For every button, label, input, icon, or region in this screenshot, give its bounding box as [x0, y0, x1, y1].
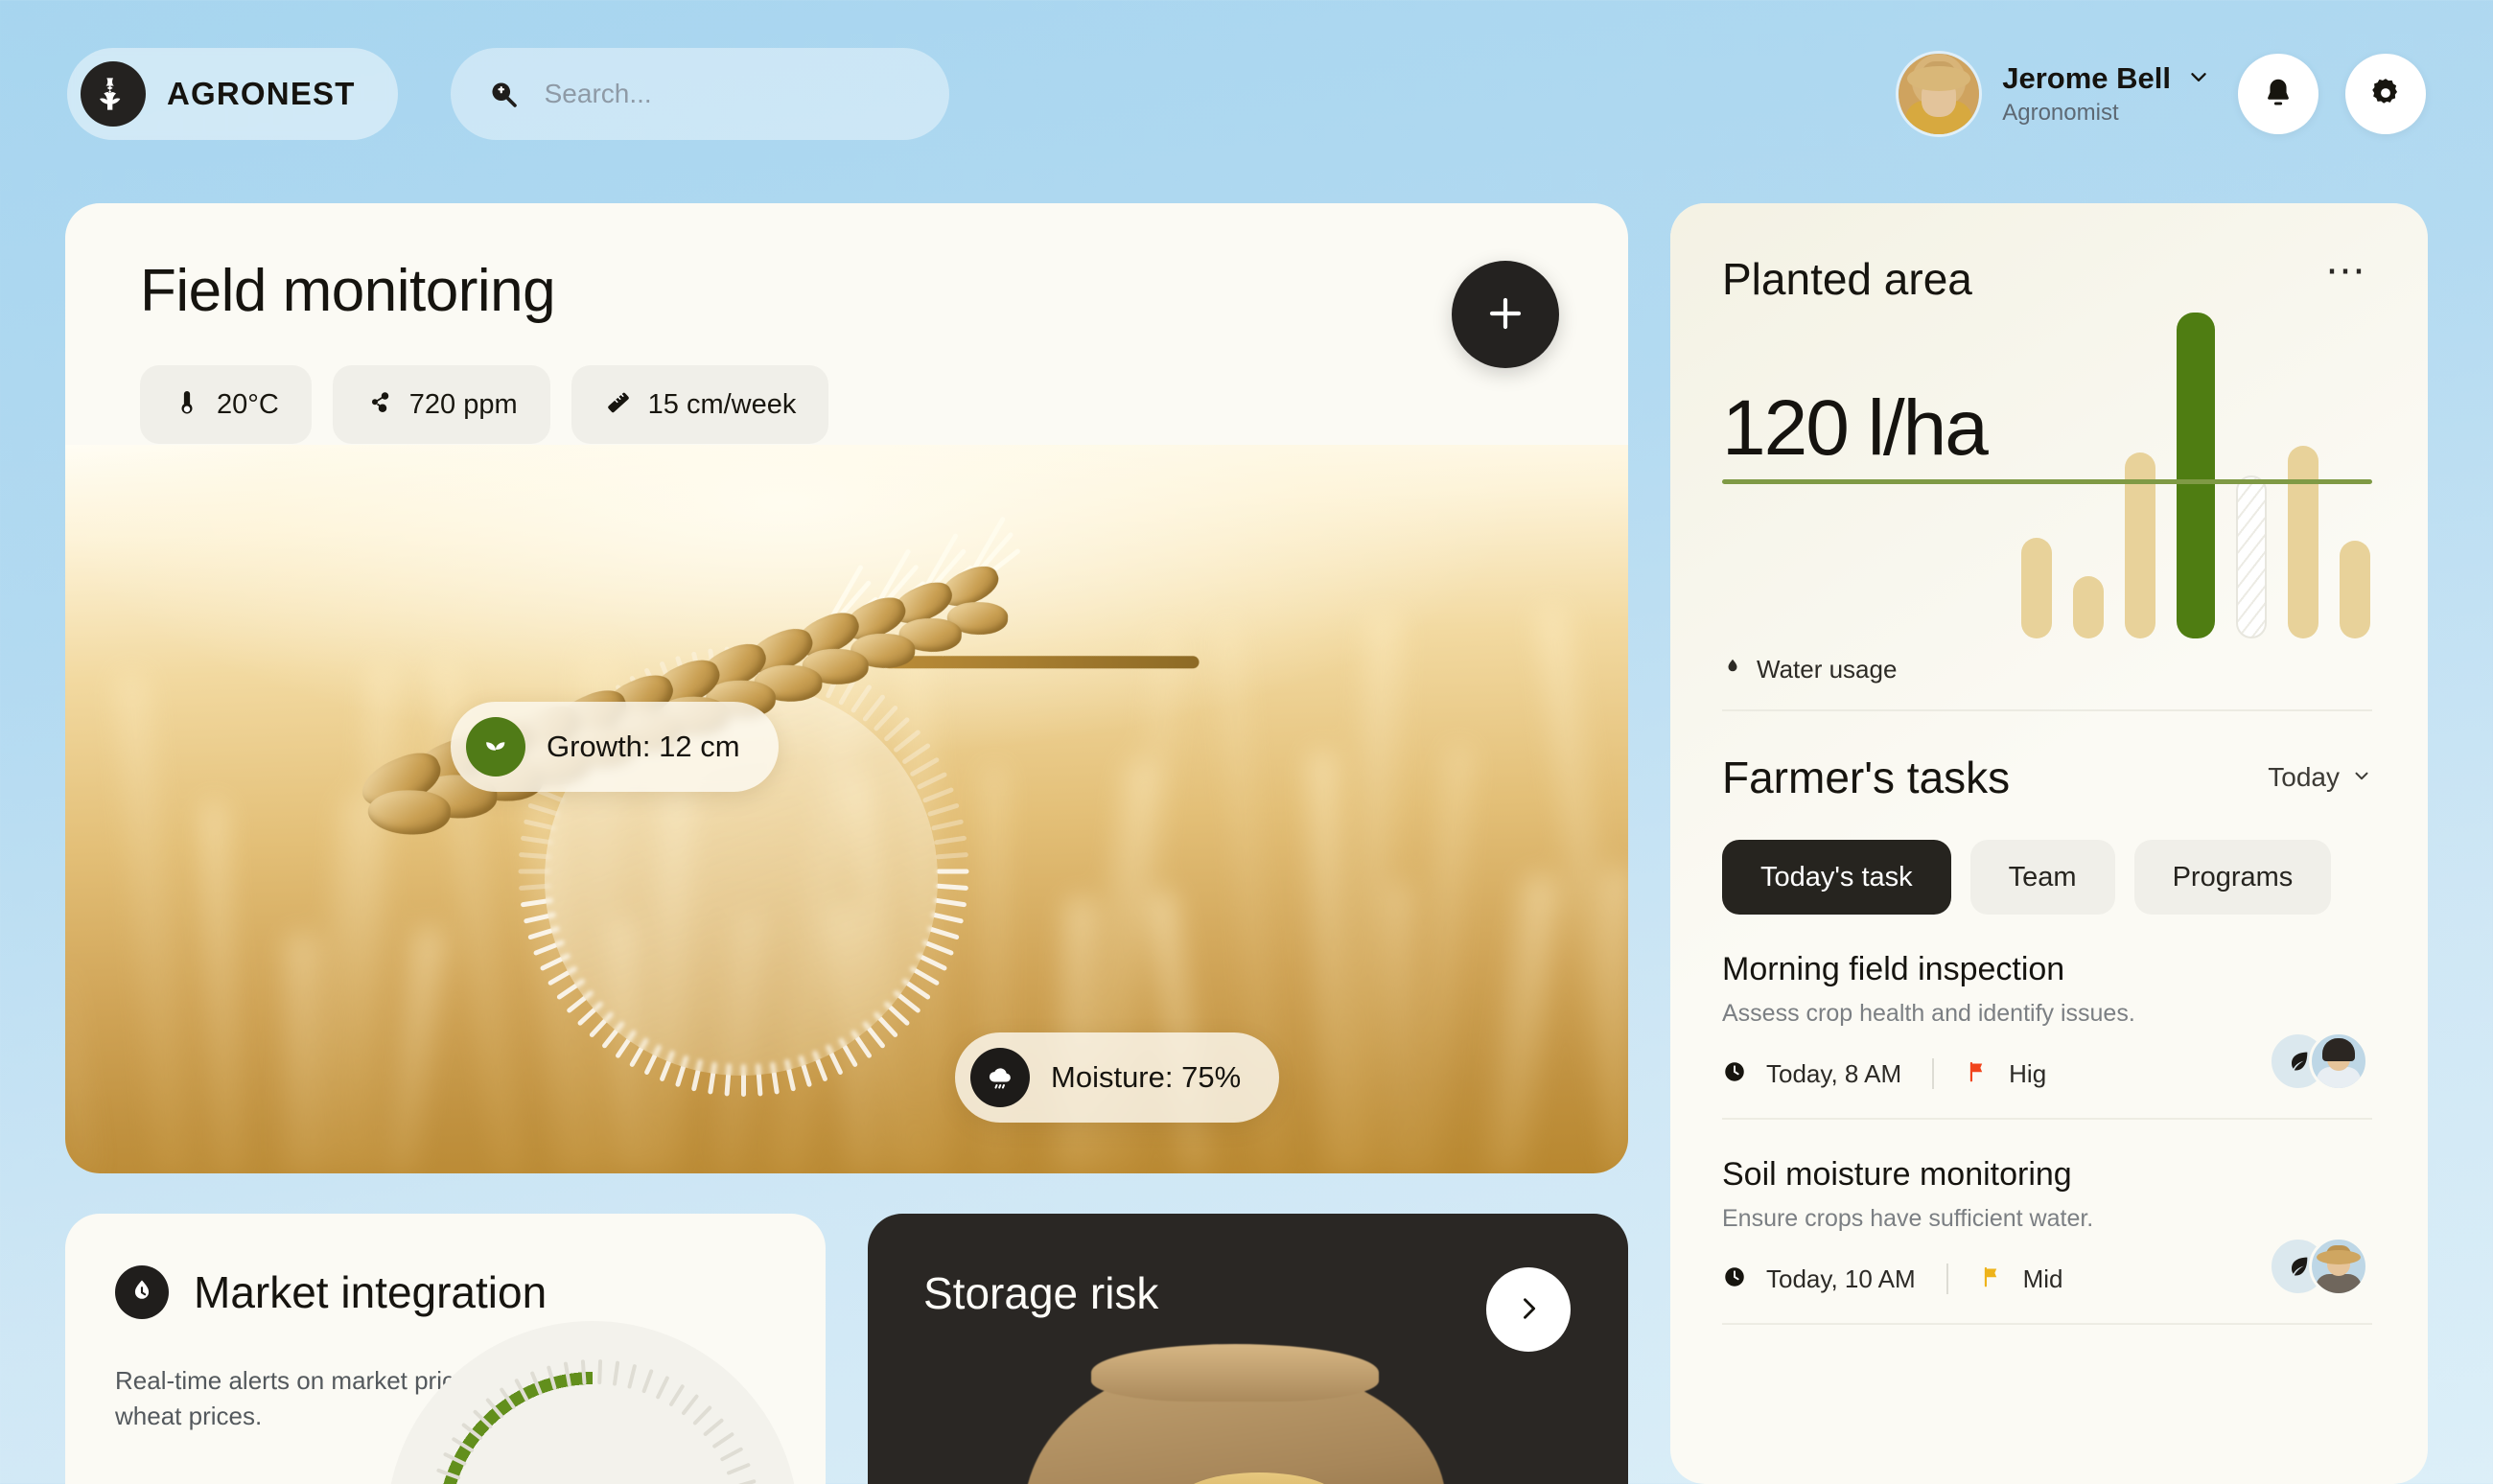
ruler-icon	[604, 388, 633, 422]
planted-area-body: 120 l/ha Water usage	[1722, 311, 2372, 684]
planted-area-value: 120 l/ha	[1722, 384, 1989, 472]
field-monitoring-card: Field monitoring 20°C 720 ppm 15 cm/week…	[65, 203, 1628, 1173]
tab-team[interactable]: Team	[1969, 840, 2115, 915]
search-box[interactable]	[450, 48, 949, 140]
rain-cloud-icon	[970, 1048, 1030, 1107]
task-item[interactable]: Soil moisture monitoring Ensure crops ha…	[1722, 1120, 2372, 1325]
task-time: Today, 8 AM	[1766, 1058, 1902, 1088]
user-name: Jerome Bell	[2002, 61, 2171, 95]
metric-chip-label: 20°C	[217, 388, 279, 420]
market-integration-card[interactable]: Market integration Real-time alerts on m…	[65, 1214, 826, 1484]
field-photo	[65, 445, 1628, 1173]
more-horizontal-icon[interactable]: ⋯	[2321, 250, 2372, 300]
task-range-selector[interactable]: Today	[2268, 762, 2372, 793]
task-title: Soil moisture monitoring	[1722, 1156, 2072, 1193]
task-priority: Hig	[2009, 1058, 2047, 1088]
task-priority: Mid	[2022, 1264, 2063, 1293]
top-bar-actions: Jerome Bell Agronomist	[1899, 54, 2426, 134]
metric-chip-growth-rate[interactable]: 15 cm/week	[571, 365, 829, 444]
chart-baseline	[1722, 479, 2372, 484]
chevron-down-icon	[2186, 64, 2211, 94]
tab-programs[interactable]: Programs	[2133, 840, 2332, 915]
droplet-gauge-icon	[115, 1265, 169, 1319]
chart-bar	[2288, 446, 2318, 638]
water-drop-icon	[1722, 656, 1743, 684]
clock-icon	[1722, 1059, 1747, 1089]
chart-bars	[2021, 313, 2370, 638]
farmer-tasks-header: Farmer's tasks Today	[1722, 752, 2372, 803]
moisture-tooltip-label: Moisture: 75%	[1051, 1060, 1242, 1094]
task-assignees	[2269, 1032, 2368, 1091]
tab-todays-task[interactable]: Today's task	[1722, 840, 1951, 915]
clock-icon	[1722, 1264, 1747, 1294]
leaf-logo-icon	[81, 61, 146, 127]
brand-pill[interactable]: AGRONEST	[67, 48, 398, 140]
task-range-label: Today	[2268, 762, 2340, 792]
sprout-icon	[466, 717, 525, 777]
chevron-down-icon	[2351, 762, 2372, 793]
avatar	[2309, 1237, 2368, 1296]
task-list: Morning field inspection Assess crop hea…	[1722, 915, 2372, 1325]
field-monitoring-header: Field monitoring 20°C 720 ppm 15 cm/week	[65, 203, 1628, 444]
co2-molecule-icon	[365, 388, 394, 422]
brand-name: AGRONEST	[167, 76, 356, 111]
search-icon	[485, 76, 522, 112]
growth-tooltip-label: Growth: 12 cm	[547, 730, 740, 763]
market-integration-title: Market integration	[194, 1267, 548, 1317]
panel-divider	[1722, 709, 2372, 711]
task-tabs: Today's task Team Programs	[1722, 840, 2372, 915]
grain-sack-image	[1024, 1344, 1446, 1484]
task-assignees	[2269, 1237, 2368, 1296]
water-usage-chart	[1722, 311, 2372, 656]
task-time: Today, 10 AM	[1766, 1264, 1916, 1293]
gear-icon	[2367, 75, 2404, 114]
main-column: Field monitoring 20°C 720 ppm 15 cm/week…	[65, 203, 1628, 1484]
user-menu[interactable]: Jerome Bell Agronomist	[1899, 54, 2211, 134]
settings-button[interactable]	[2345, 54, 2426, 134]
task-description: Ensure crops have sufficient water.	[1722, 1205, 2094, 1232]
bottom-cards-row: Market integration Real-time alerts on m…	[65, 1214, 1628, 1484]
metric-chips: 20°C 720 ppm 15 cm/week	[140, 365, 1573, 444]
chart-bar	[2021, 538, 2052, 638]
flag-icon	[1965, 1059, 1990, 1089]
plus-icon	[1482, 290, 1528, 339]
moisture-tooltip[interactable]: Moisture: 75%	[955, 1032, 1280, 1123]
chevron-right-icon	[1512, 1292, 1545, 1328]
planted-area-title: Planted area	[1722, 254, 1972, 304]
user-role: Agronomist	[2002, 100, 2119, 126]
task-description: Assess crop health and identify issues.	[1722, 1000, 2135, 1027]
chart-bar	[2236, 475, 2267, 638]
task-item[interactable]: Morning field inspection Assess crop hea…	[1722, 915, 2372, 1120]
planted-area-header: Planted area ⋯	[1722, 250, 2372, 305]
metric-chip-label: 15 cm/week	[647, 388, 797, 420]
metric-chip-co2[interactable]: 720 ppm	[332, 365, 550, 444]
task-title: Morning field inspection	[1722, 951, 2065, 987]
chart-legend-label: Water usage	[1757, 655, 1898, 684]
growth-tooltip[interactable]: Growth: 12 cm	[451, 702, 779, 792]
add-button[interactable]	[1452, 261, 1559, 368]
flag-icon	[1979, 1264, 2004, 1294]
avatar	[2309, 1032, 2368, 1091]
metric-chip-label: 720 ppm	[408, 388, 518, 420]
chart-bar	[2340, 541, 2370, 638]
storage-risk-card[interactable]: Storage risk	[868, 1214, 1628, 1484]
market-gauge	[373, 1308, 812, 1484]
avatar	[1899, 54, 1980, 134]
right-panel: Planted area ⋯ 120 l/ha Water usage Farm…	[1670, 203, 2428, 1484]
thermometer-icon	[173, 388, 201, 422]
notifications-button[interactable]	[2238, 54, 2318, 134]
storage-risk-open-button[interactable]	[1486, 1267, 1571, 1352]
search-input[interactable]	[544, 79, 915, 109]
chart-legend: Water usage	[1722, 655, 1897, 684]
metric-chip-temperature[interactable]: 20°C	[140, 365, 312, 444]
bell-icon	[2260, 75, 2296, 114]
page-title: Field monitoring	[140, 258, 556, 324]
chart-bar	[2073, 576, 2104, 638]
top-bar: AGRONEST Jerome Bell	[0, 0, 2493, 188]
chart-bar	[2177, 313, 2215, 638]
farmer-tasks-title: Farmer's tasks	[1722, 753, 2011, 802]
